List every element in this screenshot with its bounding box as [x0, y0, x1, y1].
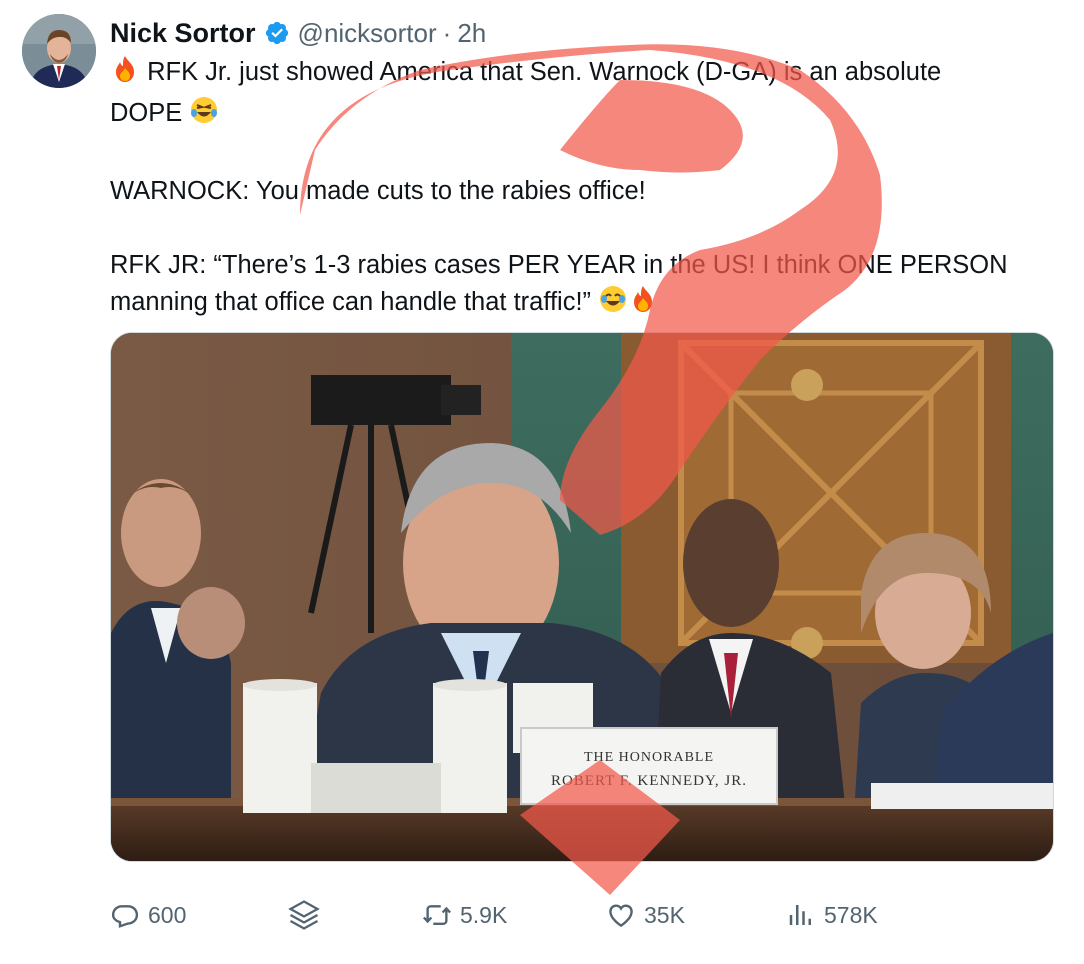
like-count: 35K: [644, 901, 685, 928]
reply-count: 600: [148, 901, 187, 928]
tweet-header: Nick Sortor @nicksortor · 2h: [110, 14, 486, 52]
rolling-laughing-emoji: [189, 95, 219, 136]
views-count: 578K: [824, 901, 878, 928]
author-handle[interactable]: @nicksortor: [298, 18, 437, 49]
retweet-button[interactable]: 5.9K: [422, 895, 507, 935]
grok-button[interactable]: [286, 895, 330, 935]
separator-dot: ·: [442, 17, 452, 48]
reply-button[interactable]: 600: [110, 895, 186, 935]
tears-of-joy-emoji: [598, 284, 628, 325]
tweet-paragraph-3: RFK JR: “There’s 1-3 rabies cases PER YE…: [110, 251, 1008, 316]
tweet-text: RFK Jr. just showed America that Sen. Wa…: [110, 54, 1060, 325]
fire-emoji: [110, 54, 140, 95]
layers-icon: [288, 900, 320, 930]
views-button[interactable]: 578K: [786, 895, 878, 935]
author-name[interactable]: Nick Sortor: [110, 18, 256, 49]
nameplate-line-1: The Honorable: [584, 750, 714, 765]
retweet-icon: [423, 905, 451, 925]
timestamp[interactable]: 2h: [457, 18, 486, 49]
tweet-line-1: RFK Jr. just showed America that Sen. Wa…: [147, 58, 942, 86]
views-icon: [789, 905, 811, 925]
tweet-actions: 600 5.9K 35K 578K: [110, 895, 1050, 935]
tweet-media-image[interactable]: The Honorable Robert F. Kennedy, Jr.: [110, 332, 1054, 862]
nameplate-line-2: Robert F. Kennedy, Jr.: [551, 773, 747, 789]
verified-badge-icon: [264, 20, 290, 46]
like-button[interactable]: 35K: [606, 895, 685, 935]
tweet-line-2: DOPE: [110, 99, 183, 127]
reply-icon: [111, 905, 139, 928]
retweet-count: 5.9K: [460, 901, 508, 928]
tweet-paragraph-2: WARNOCK: You made cuts to the rabies off…: [110, 177, 646, 205]
fire-emoji: [628, 284, 658, 325]
avatar[interactable]: [22, 14, 96, 88]
heart-icon: [609, 904, 633, 928]
